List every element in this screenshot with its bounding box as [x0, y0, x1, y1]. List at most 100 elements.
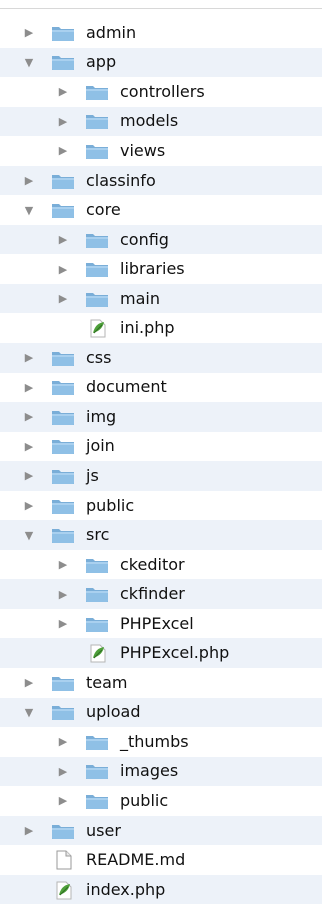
tree-row[interactable]: ▶ user	[0, 815, 322, 846]
folder-icon	[50, 52, 76, 72]
tree-item-label: css	[86, 347, 112, 367]
tree-row[interactable]: ▶ css	[0, 343, 322, 373]
disclosure-collapsed-icon[interactable]: ▶	[56, 735, 70, 749]
disclosure-collapsed-icon[interactable]: ▶	[22, 351, 36, 365]
disclosure-collapsed-icon[interactable]: ▶	[56, 617, 70, 631]
disclosure-collapsed-icon[interactable]: ▶	[22, 410, 36, 424]
tree-row[interactable]: ▶ controllers	[0, 77, 322, 107]
tree-row[interactable]: ▶ img	[0, 402, 322, 432]
tree-row[interactable]: ▶ PHPExcel	[0, 609, 322, 639]
tree-row[interactable]: ▶ team	[0, 668, 322, 698]
php-file-icon	[84, 643, 110, 663]
tree-item-label: src	[86, 525, 110, 545]
tree-row[interactable]: ▼ app	[0, 47, 322, 78]
disclosure-expanded-icon[interactable]: ▼	[22, 203, 36, 217]
tree-row[interactable]: ▶ classinfo	[0, 165, 322, 196]
disclosure-expanded-icon[interactable]: ▼	[22, 528, 36, 542]
tree-row[interactable]: ini.php	[0, 313, 322, 343]
disclosure-collapsed-icon[interactable]: ▶	[56, 114, 70, 128]
disclosure-collapsed-icon[interactable]: ▶	[22, 380, 36, 394]
folder-icon	[84, 82, 110, 102]
tree-row[interactable]: ▶ _thumbs	[0, 727, 322, 757]
tree-row[interactable]: ▶ libraries	[0, 254, 322, 284]
tree-row[interactable]: PHPExcel.php	[0, 638, 322, 669]
tree-item-label: libraries	[120, 259, 185, 279]
top-divider	[0, 8, 322, 9]
folder-icon	[84, 289, 110, 309]
tree-item-label: public	[86, 495, 135, 515]
folder-icon	[84, 761, 110, 781]
disclosure-expanded-icon[interactable]: ▼	[22, 55, 36, 69]
tree-row[interactable]: ▶ js	[0, 461, 322, 491]
tree-item-label: upload	[86, 702, 141, 722]
tree-item-label: js	[86, 465, 99, 485]
tree-row[interactable]: ▼ src	[0, 520, 322, 550]
folder-icon	[84, 259, 110, 279]
tree-row[interactable]: ▼ upload	[0, 697, 322, 728]
disclosure-collapsed-icon[interactable]: ▶	[56, 764, 70, 778]
disclosure-collapsed-icon[interactable]: ▶	[22, 469, 36, 483]
disclosure-collapsed-icon[interactable]: ▶	[56, 558, 70, 572]
disclosure-collapsed-icon[interactable]: ▶	[22, 824, 36, 838]
tree-item-label: README.md	[86, 850, 186, 870]
disclosure-collapsed-icon[interactable]: ▶	[56, 262, 70, 276]
tree-row[interactable]: ▶ models	[0, 106, 322, 137]
disclosure-collapsed-icon[interactable]: ▶	[56, 587, 70, 601]
folder-icon	[50, 377, 76, 397]
disclosure-collapsed-icon[interactable]: ▶	[22, 499, 36, 513]
disclosure-collapsed-icon[interactable]: ▶	[22, 676, 36, 690]
tree-row[interactable]: README.md	[0, 845, 322, 875]
folder-icon	[84, 230, 110, 250]
tree-row[interactable]: ▶ images	[0, 756, 322, 787]
tree-item-label: PHPExcel.php	[120, 643, 230, 663]
disclosure-collapsed-icon[interactable]: ▶	[56, 292, 70, 306]
tree-row[interactable]: ▶ ckeditor	[0, 550, 322, 580]
disclosure-collapsed-icon[interactable]: ▶	[56, 794, 70, 808]
folder-icon	[50, 348, 76, 368]
tree-row[interactable]: ▶ public	[0, 491, 322, 521]
folder-icon	[50, 496, 76, 516]
tree-item-label: core	[86, 200, 121, 220]
folder-icon	[50, 407, 76, 427]
folder-icon	[50, 702, 76, 722]
tree-item-label: controllers	[120, 81, 205, 101]
tree-item-label: join	[86, 436, 115, 456]
tree-row[interactable]: ▶ admin	[0, 18, 322, 48]
tree-item-label: config	[120, 229, 169, 249]
disclosure-expanded-icon[interactable]: ▼	[22, 705, 36, 719]
folder-icon	[84, 141, 110, 161]
disclosure-collapsed-icon[interactable]: ▶	[56, 233, 70, 247]
tree-row[interactable]: ▶ config	[0, 224, 322, 255]
tree-item-label: classinfo	[86, 170, 156, 190]
folder-icon	[50, 171, 76, 191]
disclosure-collapsed-icon[interactable]: ▶	[22, 26, 36, 40]
tree-item-label: ckfinder	[120, 584, 185, 604]
tree-item-label: user	[86, 820, 121, 840]
folder-icon	[50, 466, 76, 486]
tree-row[interactable]: ▶ join	[0, 432, 322, 462]
tree-item-label: ini.php	[120, 318, 175, 338]
tree-row[interactable]: ▶ document	[0, 373, 322, 403]
disclosure-collapsed-icon[interactable]: ▶	[56, 144, 70, 158]
tree-item-label: images	[120, 761, 179, 781]
tree-row[interactable]: ▼ core	[0, 195, 322, 225]
disclosure-collapsed-icon[interactable]: ▶	[22, 174, 36, 188]
tree-item-label: main	[120, 288, 160, 308]
disclosure-collapsed-icon[interactable]: ▶	[56, 85, 70, 99]
tree-row[interactable]: ▶ main	[0, 283, 322, 314]
tree-row[interactable]: ▶ ckfinder	[0, 579, 322, 609]
tree-row[interactable]: index.php	[0, 874, 322, 905]
folder-icon	[50, 673, 76, 693]
folder-icon	[84, 614, 110, 634]
tree-item-label: PHPExcel	[120, 613, 194, 633]
disclosure-collapsed-icon[interactable]: ▶	[22, 439, 36, 453]
php-file-icon	[84, 318, 110, 338]
folder-icon	[50, 200, 76, 220]
file-tree: ▶ admin ▼ app ▶ controllers ▶ models ▶ views…	[0, 18, 322, 905]
tree-row[interactable]: ▶ views	[0, 136, 322, 166]
document-file-icon	[50, 850, 76, 870]
tree-item-label: team	[86, 672, 128, 692]
tree-item-label: _thumbs	[120, 731, 189, 751]
tree-row[interactable]: ▶ public	[0, 786, 322, 816]
folder-icon	[84, 584, 110, 604]
